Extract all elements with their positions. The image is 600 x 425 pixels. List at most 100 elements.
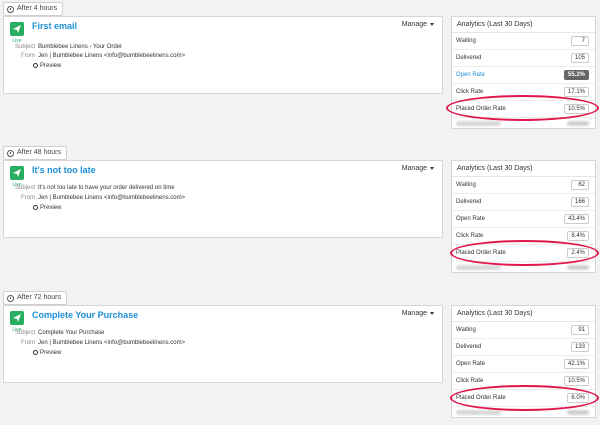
stat-value: 105 [570,53,589,63]
send-icon [10,166,24,180]
stat-row: Click Rate 17.1% [452,84,595,101]
chevron-down-icon [430,22,434,26]
search-icon [33,63,38,68]
stat-label: Delivered [456,55,482,61]
clock-icon [7,5,14,13]
subject-row: Subject It's not too late to have your or… [9,185,175,191]
stat-row: Placed Order Rate 2.4% [452,245,595,262]
analytics-title: Analytics (Last 30 Days) [452,17,595,33]
analytics-title: Analytics (Last 30 Days) [452,161,595,177]
blurred-row [452,407,595,417]
stat-value: 91 [571,325,589,335]
preview-label: Preview [40,205,62,211]
from-key: From [21,195,35,201]
stat-row: Delivered 133 [452,339,595,356]
blurred-row [452,262,595,272]
stat-value: 62 [571,180,589,190]
blurred-value [567,264,589,270]
blurred-value [567,120,589,126]
stat-row: Delivered 166 [452,194,595,211]
subject-value: It's not too late to have your order del… [38,185,175,191]
stat-row: Open Rate 55.2% [452,67,595,84]
blurred-label [456,120,501,126]
chevron-down-icon [430,166,434,170]
search-icon [33,350,38,355]
email-card: Live It's not too late Manage Subject It'… [3,160,443,238]
stat-row: Waiting 7 [452,33,595,50]
manage-label: Manage [401,165,427,172]
blurred-label [456,409,501,415]
subject-value: Bumblebee Linens - Your Order [38,44,123,50]
from-value: Jen | Bumblebee Linens <info@bumblebeeli… [38,195,186,201]
stat-label: Open Rate [456,216,486,222]
delay-chip: After 4 hours [3,2,64,16]
analytics-title: Analytics (Last 30 Days) [452,306,595,322]
subject-key: Subject [14,185,35,191]
manage-label: Manage [401,310,427,317]
email-card: Live Complete Your Purchase Manage Subje… [3,305,443,383]
send-icon [10,311,24,325]
manage-dropdown[interactable]: Manage [402,21,434,28]
email-title[interactable]: First email [32,21,77,31]
delay-label: After 48 hours [17,149,61,156]
stat-row: Placed Order Rate 6.0% [452,390,595,407]
search-icon [33,205,38,210]
stat-row: Placed Order Rate 10.5% [452,101,595,118]
stat-label: Placed Order Rate [456,106,506,112]
preview-label: Preview [40,63,62,69]
stat-value: 7 [571,36,589,46]
stat-value: 43.4% [563,214,589,224]
stat-row: Waiting 62 [452,177,595,194]
subject-key: Subject [14,330,35,336]
stat-row: Click Rate 10.5% [452,373,595,390]
manage-label: Manage [401,21,427,28]
subject-key: Subject [14,44,35,50]
stat-label: Placed Order Rate [456,250,506,256]
preview-link[interactable]: Preview [33,349,61,356]
preview-label: Preview [40,350,62,356]
subject-value: Complete Your Purchase [38,330,105,336]
stat-label: Open Rate [456,361,486,367]
stat-row: Open Rate 43.4% [452,211,595,228]
chevron-down-icon [430,311,434,315]
email-card: Live First email Manage Subject Bumblebee… [3,16,443,94]
preview-link[interactable]: Preview [33,204,61,211]
blurred-label [456,264,501,270]
stat-label: Click Rate [456,89,484,95]
from-key: From [21,53,35,59]
delay-label: After 4 hours [17,5,58,12]
stat-label[interactable]: Open Rate [456,72,485,78]
stat-label: Waiting [456,38,476,44]
clock-icon [7,294,14,302]
delay-chip: After 72 hours [3,291,67,305]
from-value: Jen | Bumblebee Linens <info@bumblebeeli… [38,340,186,346]
preview-link[interactable]: Preview [33,62,61,69]
clock-icon [7,149,14,157]
email-title[interactable]: It's not too late [32,165,96,175]
delay-label: After 72 hours [17,294,61,301]
stat-value: 10.5% [563,376,589,386]
from-row: From Jen | Bumblebee Linens <info@bumbleb… [9,195,185,201]
from-key: From [21,340,35,346]
email-title[interactable]: Complete Your Purchase [32,310,138,320]
stat-row: Waiting 91 [452,322,595,339]
stat-label: Placed Order Rate [456,395,506,401]
stat-value: 6.0% [567,393,589,403]
analytics-panel: Analytics (Last 30 Days) Waiting 62 Deliv… [451,160,596,273]
stat-label: Click Rate [456,378,484,384]
stat-value: 133 [570,342,589,352]
send-icon [10,22,24,36]
analytics-panel: Analytics (Last 30 Days) Waiting 91 Deliv… [451,305,596,418]
stat-label: Waiting [456,327,476,333]
stat-value: 55.2% [563,70,589,80]
subject-row: Subject Bumblebee Linens - Your Order [9,44,122,50]
manage-dropdown[interactable]: Manage [402,165,434,172]
stat-value: 8.4% [567,231,589,241]
stat-row: Delivered 105 [452,50,595,67]
from-row: From Jen | Bumblebee Linens <info@bumbleb… [9,53,185,59]
stat-value: 10.5% [563,104,589,114]
stat-row: Click Rate 8.4% [452,228,595,245]
stat-label: Click Rate [456,233,484,239]
from-row: From Jen | Bumblebee Linens <info@bumbleb… [9,340,185,346]
manage-dropdown[interactable]: Manage [402,310,434,317]
